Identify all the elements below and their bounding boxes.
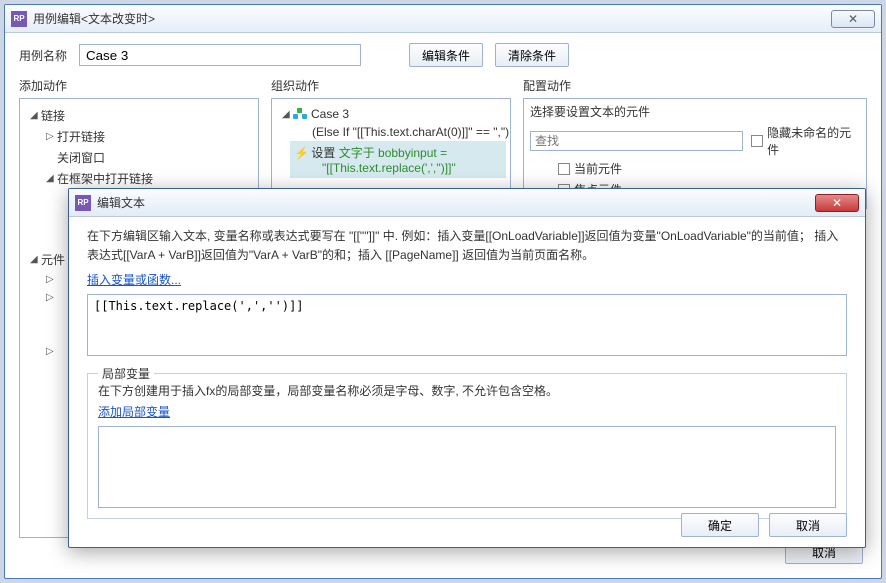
local-variables-list[interactable] <box>98 426 836 508</box>
window-title: 用例编辑<文本改变时> <box>33 10 155 27</box>
app-icon: RP <box>11 11 27 27</box>
expression-textarea[interactable]: [[This.text.replace(',','')]] <box>87 294 847 356</box>
dialog-ok-button[interactable]: 确定 <box>681 513 759 537</box>
current-widget-option[interactable]: 当前元件 <box>530 158 860 179</box>
window-titlebar[interactable]: RP 用例编辑<文本改变时> ✕ <box>5 5 881 33</box>
case-node[interactable]: Case 3 <box>311 107 349 121</box>
case-icon <box>293 108 307 120</box>
organize-heading: 组织动作 <box>271 77 511 94</box>
dialog-close-button[interactable]: ✕ <box>815 194 859 212</box>
add-local-variable-link[interactable]: 添加局部变量 <box>98 405 170 419</box>
local-variables-legend: 局部变量 <box>98 365 154 382</box>
case-name-label: 用例名称 <box>19 47 67 64</box>
select-widget-label: 选择要设置文本的元件 <box>530 103 860 120</box>
dialog-titlebar[interactable]: RP 编辑文本 ✕ <box>69 189 865 217</box>
tree-item-6[interactable] <box>57 362 60 376</box>
edit-condition-button[interactable]: 编辑条件 <box>409 43 483 67</box>
tree-item-3[interactable] <box>57 308 60 322</box>
local-variables-instr: 在下方创建用于插入fx的局部变量，局部变量名称必须是字母、数字, 不允许包含空格… <box>98 382 836 399</box>
app-icon: RP <box>75 195 91 211</box>
hide-unnamed-checkbox[interactable]: 隐藏未命名的元件 <box>751 124 860 158</box>
tree-item-5[interactable] <box>57 344 60 358</box>
open-in-frame-item[interactable]: 在框架中打开链接 <box>57 170 153 187</box>
add-action-heading: 添加动作 <box>19 77 259 94</box>
checkbox-icon <box>558 163 570 175</box>
tree-item-4[interactable] <box>57 326 60 340</box>
local-variables-section: 局部变量 在下方创建用于插入fx的局部变量，局部变量名称必须是字母、数字, 不允… <box>87 373 847 519</box>
checkbox-icon <box>751 135 763 147</box>
link-group[interactable]: 链接 <box>41 107 65 124</box>
dialog-cancel-button[interactable]: 取消 <box>769 513 847 537</box>
open-link-item[interactable]: 打开链接 <box>57 128 105 145</box>
close-window-item[interactable]: 关闭窗口 <box>57 149 105 166</box>
dialog-title: 编辑文本 <box>97 194 145 211</box>
widget-group[interactable]: 元件 <box>41 251 65 268</box>
hide-unnamed-label: 隐藏未命名的元件 <box>767 124 860 158</box>
bolt-icon: ⚡ <box>294 146 308 160</box>
tree-item-8[interactable] <box>57 398 60 412</box>
configure-heading: 配置动作 <box>523 77 867 94</box>
tree-item-7[interactable] <box>57 380 60 394</box>
set-text-action[interactable]: ⚡ 设置 文字于 bobbyinput = "[[This.text.repla… <box>290 141 506 178</box>
case-name-input[interactable] <box>79 44 361 66</box>
widget-search-input[interactable] <box>530 131 743 151</box>
set-target: 文字于 bobbyinput = <box>339 146 447 160</box>
clear-condition-button[interactable]: 清除条件 <box>495 43 569 67</box>
set-verb: 设置 <box>311 146 338 160</box>
case-condition: (Else If "[[This.text.charAt(0)]]" == ",… <box>292 123 506 141</box>
tree-item-2[interactable] <box>57 290 60 304</box>
tree-item-1[interactable] <box>57 272 60 286</box>
window-close-button[interactable]: ✕ <box>831 10 875 28</box>
edit-text-dialog: RP 编辑文本 ✕ 在下方编辑区输入文本, 变量名称或表达式要写在 "[[""]… <box>68 188 866 548</box>
dialog-instructions: 在下方编辑区输入文本, 变量名称或表达式要写在 "[[""]]" 中. 例如：插… <box>87 227 847 265</box>
insert-variable-link[interactable]: 插入变量或函数... <box>87 273 181 287</box>
set-expression: "[[This.text.replace(',','')]]" <box>294 161 502 175</box>
